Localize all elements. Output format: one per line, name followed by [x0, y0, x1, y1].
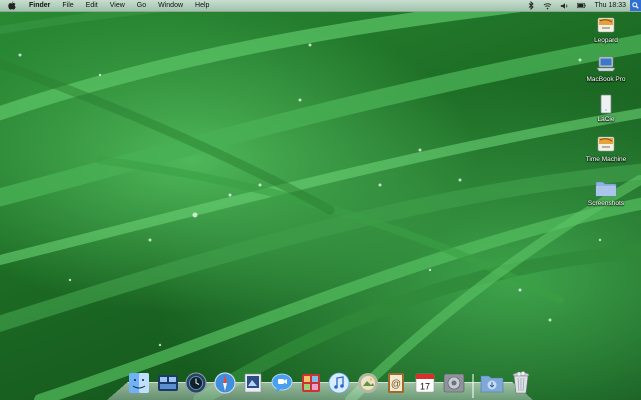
desktop-icon-leopard[interactable]: Leopard [580, 14, 632, 44]
desktop-icon-label: MacBook Pro [586, 76, 626, 83]
address-book-icon: @ [385, 372, 407, 399]
dock-photo-booth[interactable] [299, 372, 323, 398]
desktop-icon-lacie[interactable]: LaCie [580, 93, 632, 123]
desktop-icon-label: Time Machine [585, 156, 627, 163]
desktop-wallpaper [0, 0, 641, 400]
macbook-pro-drive-icon [595, 53, 617, 75]
photo-booth-icon [300, 372, 322, 399]
menu-bar: Finder File Edit View Go Window Help Thu… [0, 0, 641, 12]
folder-icon [595, 177, 617, 199]
desktop-icon-macbook-pro[interactable]: MacBook Pro [580, 53, 632, 83]
volume-icon[interactable] [560, 1, 569, 10]
desktop-icon-time-machine[interactable]: Time Machine [580, 133, 632, 163]
desktop-icon-label: LaCie [597, 116, 615, 123]
system-preferences-gear-icon [443, 372, 465, 399]
apple-menu-icon[interactable] [8, 1, 17, 11]
dashboard-icon [157, 372, 179, 399]
trash-icon [511, 370, 531, 400]
dock-ichat[interactable] [270, 372, 294, 398]
battery-icon[interactable] [577, 1, 587, 10]
dock-system-preferences[interactable] [442, 372, 466, 398]
menu-clock[interactable]: Thu 18:33 [590, 2, 630, 9]
safari-compass-icon [214, 371, 236, 399]
desktop-icon-label: Leopard [594, 37, 618, 44]
ichat-bubble-icon [271, 372, 293, 399]
dock-safari[interactable] [213, 371, 237, 399]
itunes-note-icon [328, 372, 350, 399]
menu-extras: Thu 18:33 [522, 0, 641, 11]
bluetooth-icon[interactable] [526, 1, 535, 10]
desktop-icon-label: Screenshots [587, 200, 625, 207]
dock-address-book[interactable]: @ [384, 372, 408, 398]
dock-time-machine[interactable] [184, 372, 208, 398]
time-machine-drive-icon [595, 133, 617, 155]
time-machine-icon [185, 372, 207, 399]
dock-dashboard[interactable] [156, 372, 180, 398]
menu-view[interactable]: View [104, 0, 131, 11]
dock: @ 17 [107, 366, 533, 400]
dock-trash[interactable] [509, 370, 533, 400]
finder-icon [128, 372, 150, 399]
dock-separator [472, 374, 475, 398]
dock-ical[interactable]: 17 [413, 372, 437, 398]
dock-itunes[interactable] [327, 372, 351, 398]
spotlight-search-icon[interactable] [630, 0, 641, 11]
ical-calendar-icon: 17 [414, 372, 436, 399]
wifi-icon[interactable] [543, 1, 552, 10]
menu-window[interactable]: Window [152, 0, 189, 11]
svg-text:@: @ [391, 379, 401, 390]
iphoto-icon [357, 372, 379, 399]
external-drive-icon [595, 93, 617, 115]
ical-date: 17 [420, 381, 430, 391]
menu-finder[interactable]: Finder [23, 0, 56, 11]
preview-icon [242, 372, 264, 399]
dock-finder[interactable] [127, 372, 151, 398]
leopard-install-disc-icon [595, 14, 617, 36]
menu-edit[interactable]: Edit [80, 0, 104, 11]
menu-file[interactable]: File [56, 0, 79, 11]
menu-help[interactable]: Help [189, 0, 215, 11]
dock-preview[interactable] [241, 372, 265, 398]
downloads-folder-icon [480, 373, 504, 398]
dock-downloads-stack[interactable] [480, 372, 504, 398]
desktop-icon-screenshots[interactable]: Screenshots [580, 177, 632, 207]
menu-go[interactable]: Go [131, 0, 152, 11]
dock-iphoto[interactable] [356, 372, 380, 398]
